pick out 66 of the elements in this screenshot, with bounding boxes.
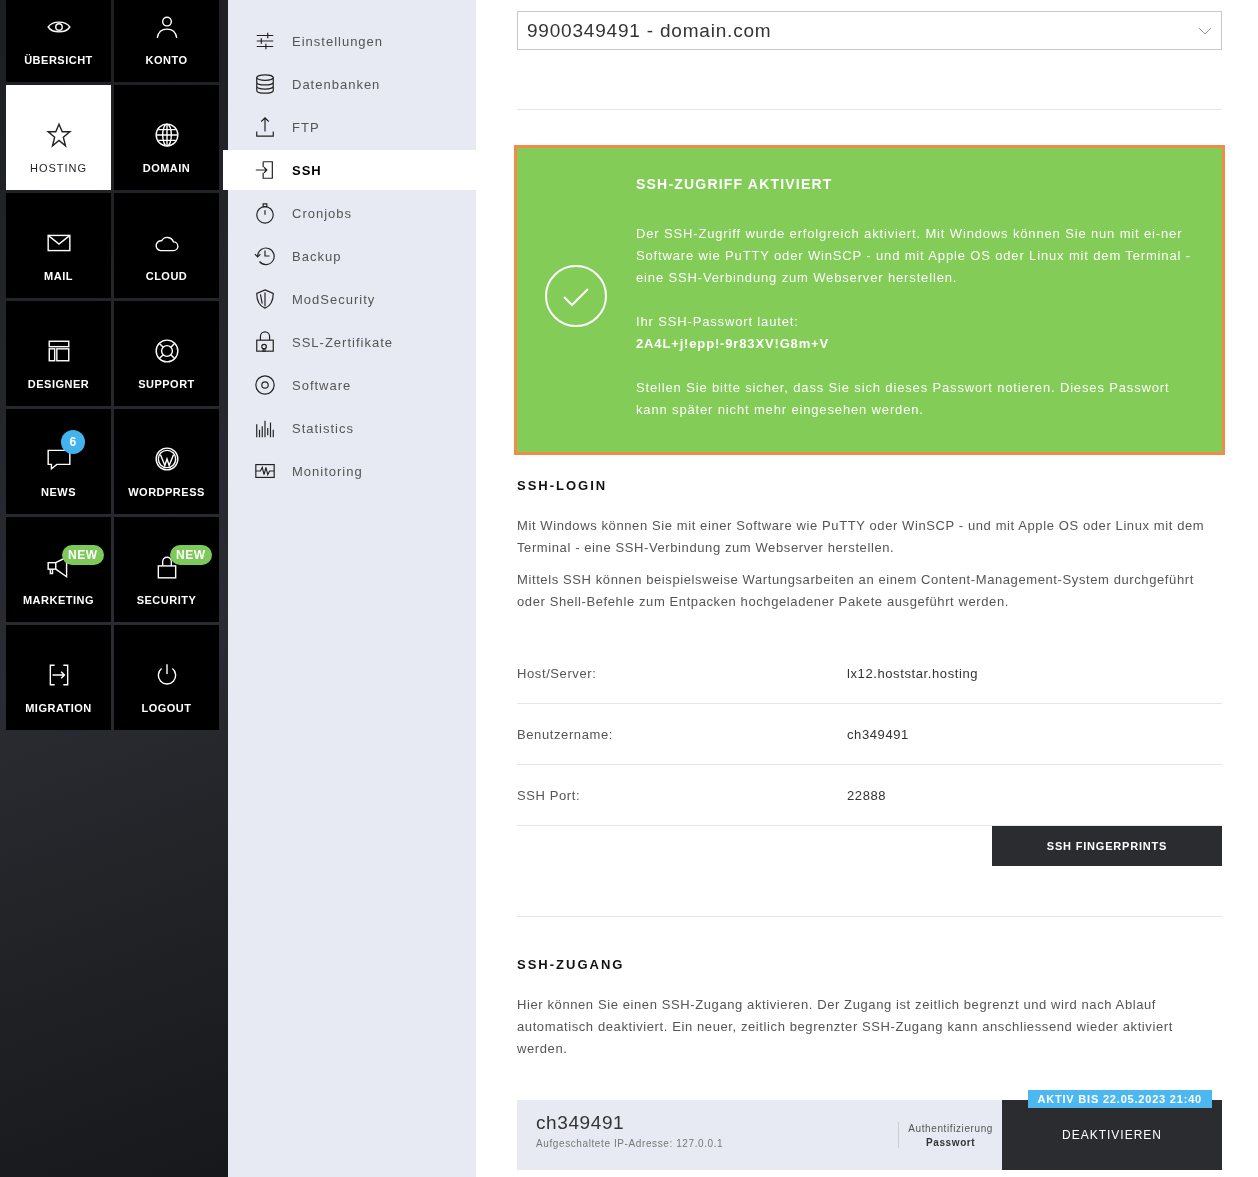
globe-icon xyxy=(153,122,180,148)
nav-tile[interactable]: ÜBERSICHT xyxy=(6,0,111,82)
login-icon xyxy=(254,159,276,181)
status-badge: AKTIV BIS 22.05.2023 21:40 xyxy=(1027,1090,1212,1108)
section-heading: SSH-LOGIN xyxy=(517,478,609,493)
submenu-item[interactable]: Einstellungen xyxy=(228,21,476,61)
star-icon xyxy=(45,122,72,148)
nav-tile[interactable]: KONTO xyxy=(114,0,219,82)
username-text: ch349491 xyxy=(536,1112,626,1134)
shield-icon xyxy=(254,288,276,310)
new-badge: NEW xyxy=(170,545,212,565)
nav-tile[interactable]: WORDPRESS xyxy=(114,409,219,514)
alert-note: Stellen Sie bitte sicher, dass Sie sich dieses Passwort notieren. Dieses Passwort kann später nicht mehr eingesehen werden. xyxy=(636,379,1171,419)
field-value: lx12.hoststar.hosting xyxy=(847,665,980,681)
nav-tile[interactable]: DOMAIN xyxy=(114,85,219,190)
submenu-item[interactable]: Statistics xyxy=(228,408,476,448)
auth-value: Passwort xyxy=(926,1136,976,1148)
submenu-item[interactable]: Cronjobs xyxy=(228,193,476,233)
paragraph: Mittels SSH können beispielsweise Wartungsarbeiten an einem Content-Management-System durchgeführt oder Shell-Befehle zum Entpacken hochgeladener Pakete ausgeführt werden. xyxy=(517,571,1195,611)
sliders-icon xyxy=(254,30,276,52)
field-label: SSH Port: xyxy=(517,787,582,803)
nav-tile[interactable]: HOSTING xyxy=(6,85,111,190)
field-value: 22888 xyxy=(847,787,888,803)
submenu-item[interactable]: ModSecurity xyxy=(228,279,476,319)
nav-tile[interactable]: LOGOUT xyxy=(114,625,219,730)
submenu-item[interactable]: Software xyxy=(228,365,476,405)
new-badge: NEW xyxy=(62,545,104,565)
certificate-icon xyxy=(254,331,276,353)
password-label: Ihr SSH-Passwort lautet: xyxy=(636,313,800,331)
nav-tile[interactable]: NEW MARKETING xyxy=(6,517,111,622)
submenu-item[interactable]: Datenbanken xyxy=(228,64,476,104)
field-label: Benutzername: xyxy=(517,726,614,742)
auth-label: Authentifizierung xyxy=(908,1122,993,1134)
checkmark-circle-icon xyxy=(544,264,608,328)
wordpress-icon xyxy=(153,446,180,472)
disc-icon xyxy=(254,374,276,396)
nav-tile[interactable]: 6 NEWS xyxy=(6,409,111,514)
submenu-item[interactable]: FTP xyxy=(228,107,476,147)
section-heading: SSH-ZUGANG xyxy=(517,957,626,972)
submenu-item[interactable]: Backup xyxy=(228,236,476,276)
upload-icon xyxy=(254,116,276,138)
paragraph: Hier können Sie einen SSH-Zugang aktivieren. Der Zugang ist zeitlich begrenzt und wird nach Ablauf automatisch deaktiviert. Ein neuer, zeitlich begrenzter SSH-Zugang kann anschliessend wieder aktiviert werden. xyxy=(517,996,1174,1058)
count-badge: 6 xyxy=(61,430,85,454)
fingerprints-button[interactable]: SSH FINGERPRINTS xyxy=(992,826,1222,866)
field-value: ch349491 xyxy=(847,726,910,742)
nav-tile[interactable]: DESIGNER xyxy=(6,301,111,406)
nav-tile[interactable]: SUPPORT xyxy=(114,301,219,406)
database-icon xyxy=(254,73,276,95)
chevron-icon xyxy=(1198,26,1212,35)
submenu-item[interactable]: Monitoring xyxy=(228,451,476,491)
history-icon xyxy=(254,245,276,267)
alert-title: SSH-ZUGRIFF AKTIVIERT xyxy=(636,176,834,192)
nav-tile[interactable]: CLOUD xyxy=(114,193,219,298)
nav-tile[interactable]: MAIL xyxy=(6,193,111,298)
nav-tile[interactable]: MIGRATION xyxy=(6,625,111,730)
nav-tile[interactable]: NEW SECURITY xyxy=(114,517,219,622)
password-text: 2A4L+j!epp!-9r83XV!G8m+V xyxy=(636,335,831,353)
submenu-item[interactable]: SSH xyxy=(223,150,476,190)
submenu-item[interactable]: SSL-Zertifikate xyxy=(228,322,476,362)
stopwatch-icon xyxy=(254,202,276,224)
lifebuoy-icon xyxy=(153,338,180,364)
field-label: Host/Server: xyxy=(517,665,598,681)
ip-address-text: Aufgeschaltete IP-Adresse: 127.0.0.1 xyxy=(536,1138,725,1149)
domain-dropdown[interactable]: 9900349491 - domain.com xyxy=(517,11,1222,50)
paragraph: Mit Windows können Sie mit einer Software wie PuTTY oder WinSCP - und mit Apple OS oder Linux mit dem Terminal - eine SSH-Verbindung zum Webserver herstellen. xyxy=(517,517,1206,557)
alert-message: Der SSH-Zugriff wurde erfolgreich aktiviert. Mit Windows können Sie nun mit ei-ner Software wie PuTTY oder WinSCP - und mit Apple OS oder Linux mit dem Terminal - eine SSH-Verbindung zum Webserver herstellen. xyxy=(636,225,1192,287)
